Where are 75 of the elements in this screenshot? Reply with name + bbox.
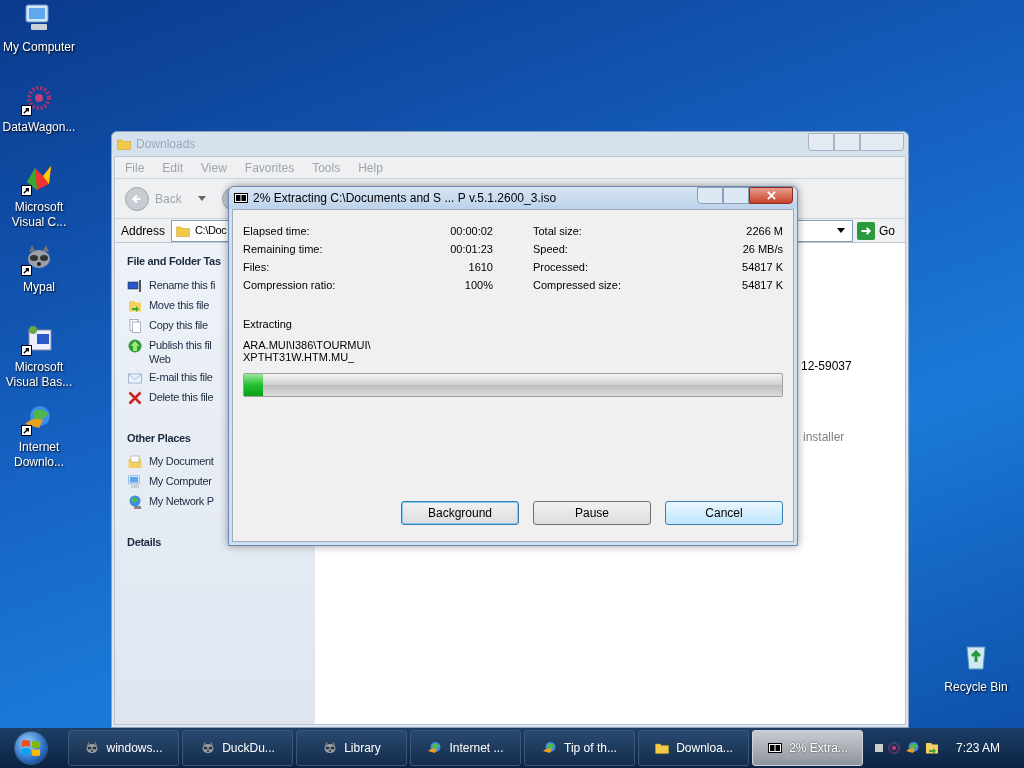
dialog-button[interactable]: Background [401, 501, 519, 525]
task-link[interactable]: My Computer [149, 474, 225, 488]
network-icon [127, 494, 143, 510]
stat-label: Speed: [533, 241, 568, 257]
file-text: 12-59037 [801, 358, 852, 375]
stat-label: Remaining time: [243, 241, 323, 257]
archive-icon [767, 740, 784, 756]
folder-icon [116, 136, 132, 152]
task-link[interactable]: Copy this file [149, 317, 225, 332]
file-text: installer [803, 429, 845, 446]
taskbar-button[interactable]: Downloa... [638, 730, 749, 766]
clock: 7:23 AM [955, 740, 1000, 757]
task-link[interactable]: Rename this fi [149, 277, 225, 292]
taskbar-button[interactable]: Tip of th... [524, 730, 635, 766]
stat-label: Files: [243, 259, 270, 275]
dialog-button[interactable]: Pause [533, 501, 651, 525]
stat-value: 100% [464, 277, 493, 293]
stat-label: Processed: [533, 259, 589, 275]
section-heading: File and Folder Tas [127, 254, 221, 269]
minimize-button[interactable] [697, 187, 723, 204]
computer-icon [127, 474, 143, 490]
stat-value: 2266 M [746, 223, 783, 239]
desktop-icon-label[interactable]: Internet Downlo... [2, 440, 76, 470]
desktop-icon-label[interactable]: Recycle Bin [944, 678, 1008, 696]
tray-icon [924, 740, 940, 756]
stat-value: 00:01:23 [450, 241, 493, 257]
stat-label: Compressed size: [533, 277, 622, 293]
status-text: Extracting [243, 317, 293, 332]
desktop-icon-label[interactable]: Mypal [2, 280, 76, 295]
section-heading: Other Places [127, 430, 191, 446]
task-link[interactable]: Move this file [149, 297, 225, 312]
rename-icon [127, 277, 143, 294]
desktop-icon-label[interactable]: DataWagon... [2, 120, 76, 135]
delete-icon [127, 389, 143, 406]
desktop-icon-label[interactable]: Microsoft Visual C... [2, 200, 76, 230]
tray-icon [886, 740, 902, 756]
stat-label: Compression ratio: [243, 277, 336, 293]
stat-label: Total size: [533, 223, 582, 239]
file-path-text: ARA.MUI\I386\TOURMUI\ [243, 338, 372, 351]
go-button[interactable]: Go [879, 221, 895, 240]
stat-value: 26 MB/s [742, 241, 783, 257]
task-link[interactable]: Publish this fil Web [149, 337, 225, 366]
taskbar-button[interactable]: DuckDu... [182, 730, 293, 766]
documents-folder-icon [127, 454, 143, 470]
start-button[interactable] [14, 731, 48, 765]
stat-label: Elapsed time: [243, 223, 310, 239]
desktop-icon-label[interactable]: My Computer [2, 40, 76, 55]
windows-logo-icon [22, 739, 40, 757]
maximize-button[interactable] [723, 187, 749, 204]
file-path-text: XPTHT31W.HTM.MU_ [243, 350, 356, 363]
section-heading: Details [127, 535, 161, 550]
stat-value: 1610 [468, 259, 493, 275]
window-title: Downloads [136, 136, 196, 153]
task-link[interactable]: E-mail this file [149, 369, 225, 384]
globe-icon [905, 740, 921, 756]
globe-upload-icon [127, 337, 143, 354]
desktop-icon-label[interactable]: Microsoft Visual Bas... [2, 360, 76, 390]
folder-icon [654, 740, 671, 756]
stat-value: 00:00:02 [450, 223, 493, 239]
dropdown-arrow-icon[interactable] [837, 228, 845, 233]
task-link[interactable]: My Network P [149, 494, 225, 508]
task-link[interactable]: Delete this file [149, 389, 225, 404]
archive-icon [233, 190, 249, 206]
dialog-button[interactable]: Cancel [665, 501, 783, 525]
copy-icon [127, 317, 143, 334]
stat-value: 54817 K [742, 259, 783, 275]
window-title: 2% Extracting C:\Documents and S ... P v.5.1.2600_3.iso [253, 190, 557, 207]
stat-value: 54817 K [742, 277, 783, 293]
taskbar-button[interactable]: Internet ... [410, 730, 521, 766]
close-button[interactable] [749, 187, 793, 204]
address-label: Address [120, 222, 167, 240]
task-link[interactable]: My Document [149, 454, 225, 468]
close-icon[interactable] [766, 191, 776, 200]
taskbar-button[interactable]: windows... [68, 730, 179, 766]
taskbar-button[interactable]: Library [296, 730, 407, 766]
